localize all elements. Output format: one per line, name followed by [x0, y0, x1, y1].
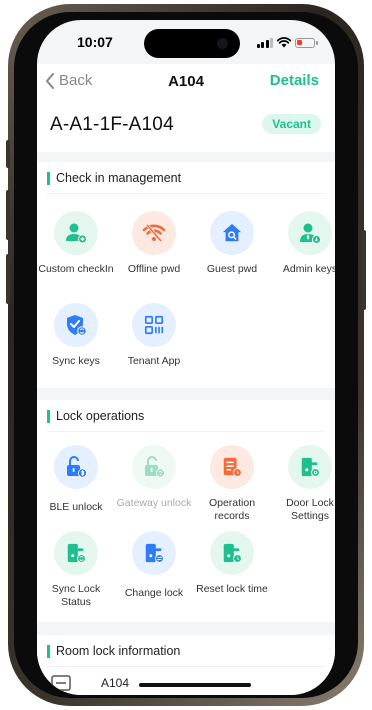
- sync-keys-button[interactable]: Sync keys: [37, 303, 115, 368]
- reset-lock-time-label: Reset lock time: [196, 583, 268, 595]
- gateway-unlock-label: Gateway unlock: [116, 497, 192, 509]
- tenant-app-button[interactable]: Tenant App: [115, 303, 193, 368]
- lock-ops-section-title: Lock operations: [47, 409, 144, 423]
- room-name: A-A1-1F-A104: [50, 114, 174, 135]
- phone-power-button: [362, 230, 366, 310]
- sync-lock-status-label: Sync Lock Status: [51, 583, 101, 608]
- tenant-app-label: Tenant App: [127, 355, 181, 367]
- person-add-icon: [54, 211, 98, 255]
- details-link[interactable]: Details: [270, 72, 319, 89]
- lock-ops-section: Lock operations BLE unlock Gateway unloc…: [37, 400, 335, 622]
- reset-lock-time-button[interactable]: Reset lock time: [193, 531, 271, 596]
- nav-bar: Back A104 Details: [37, 64, 335, 98]
- home-indicator[interactable]: [139, 683, 251, 687]
- phone-mute-button: [6, 140, 10, 168]
- ble-unlock-button[interactable]: BLE unlock: [37, 445, 115, 514]
- phone-volume-down-button: [6, 254, 10, 304]
- room-lock-row[interactable]: A104: [51, 675, 129, 691]
- gateway-unlock-icon: [132, 445, 176, 489]
- sync-lock-icon: [54, 531, 98, 575]
- change-lock-icon: [132, 531, 176, 575]
- change-lock-label: Change lock: [124, 587, 184, 599]
- status-badge: Vacant: [262, 114, 321, 134]
- admin-keys-label: Admin keys: [282, 263, 335, 275]
- home-key-icon: [210, 211, 254, 255]
- lock-device-icon: [51, 675, 71, 691]
- phone-volume-up-button: [6, 190, 10, 240]
- records-icon: [210, 445, 254, 489]
- shield-sync-icon: [54, 303, 98, 347]
- door-lock-settings-button[interactable]: Door Lock Settings: [271, 445, 335, 522]
- door-lock-settings-label: Door Lock Settings: [286, 497, 334, 522]
- status-time: 10:07: [77, 34, 113, 50]
- change-lock-button[interactable]: Change lock: [115, 531, 193, 600]
- qr-code-icon: [132, 303, 176, 347]
- operation-records-label: Operation records: [208, 497, 256, 522]
- wifi-off-icon: [132, 211, 176, 255]
- admin-key-icon: [288, 211, 332, 255]
- admin-keys-button[interactable]: Admin keys: [271, 211, 335, 276]
- checkin-section: Check in management Custom checkIn Offli…: [37, 162, 335, 388]
- wifi-icon: [277, 37, 291, 48]
- sync-lock-status-button[interactable]: Sync Lock Status: [37, 531, 115, 608]
- guest-pwd-button[interactable]: Guest pwd: [193, 211, 271, 276]
- offline-pwd-label: Offline pwd: [127, 263, 181, 275]
- reset-time-icon: [210, 531, 254, 575]
- offline-pwd-button[interactable]: Offline pwd: [115, 211, 193, 276]
- room-lock-name: A104: [101, 676, 130, 690]
- sync-keys-label: Sync keys: [52, 355, 100, 367]
- room-lock-section-title: Room lock information: [47, 644, 180, 658]
- gateway-unlock-button[interactable]: Gateway unlock: [115, 445, 193, 510]
- guest-pwd-label: Guest pwd: [206, 263, 258, 275]
- bluetooth-unlock-icon: [54, 445, 98, 489]
- room-header: A-A1-1F-A104 Vacant: [37, 98, 335, 152]
- battery-icon: [295, 37, 318, 48]
- operation-records-button[interactable]: Operation records: [193, 445, 271, 522]
- system-icons: [256, 37, 318, 48]
- checkin-section-title: Check in management: [47, 171, 181, 185]
- custom-checkin-button[interactable]: Custom checkIn: [37, 211, 115, 276]
- signal-icon: [256, 37, 273, 48]
- screen: 10:07 Back A104 Details A-A1-1F-A104 Vac…: [37, 20, 335, 695]
- lock-settings-icon: [288, 445, 332, 489]
- ble-unlock-label: BLE unlock: [49, 501, 103, 513]
- dynamic-island: [144, 29, 240, 58]
- custom-checkin-label: Custom checkIn: [38, 263, 114, 275]
